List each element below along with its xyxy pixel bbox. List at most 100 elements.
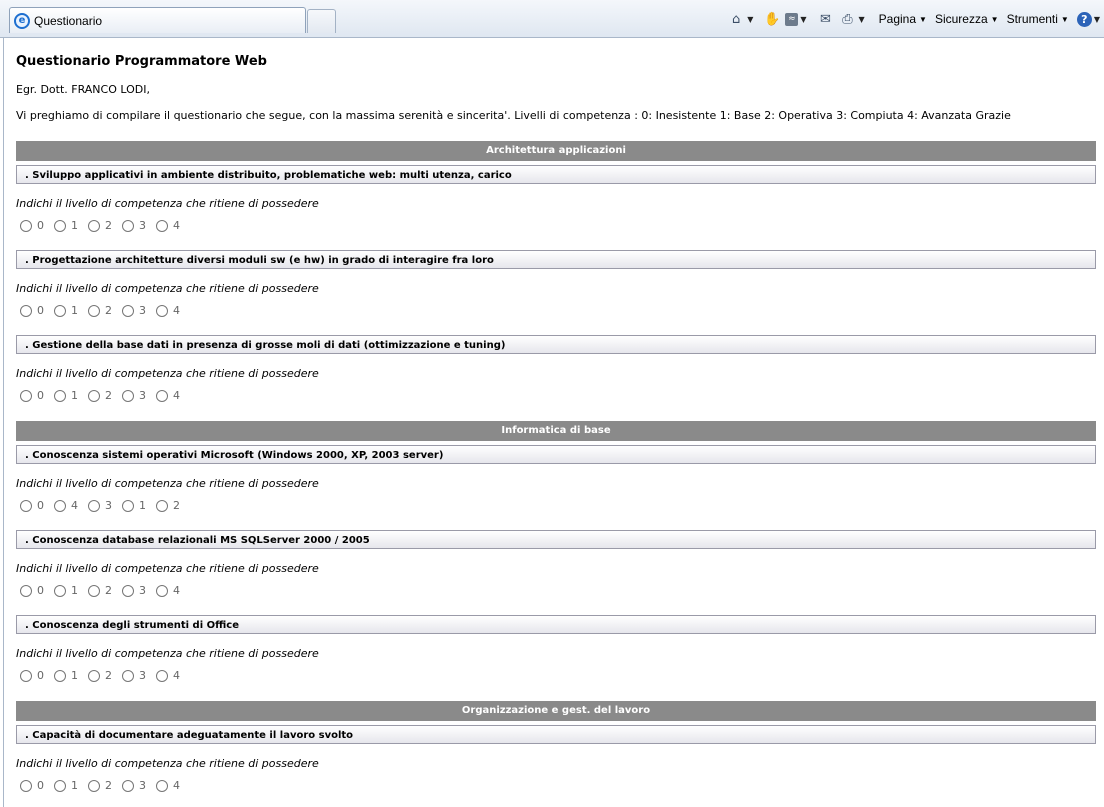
- radio-option[interactable]: 4: [156, 304, 180, 317]
- radio-button[interactable]: [88, 219, 100, 232]
- radio-label: 0: [37, 779, 44, 792]
- home-dropdown-chevron-icon[interactable]: ▼: [747, 15, 753, 24]
- radio-option[interactable]: 3: [122, 304, 146, 317]
- command-bar: ⌂ ▼ ✋ ≈ ▼ ✉ ⎙ ▼ Pagina ▼ Sicurezza ▼ Strum…: [723, 9, 1100, 29]
- radio-option[interactable]: 3: [122, 584, 146, 597]
- radio-button[interactable]: [88, 779, 100, 792]
- radio-label: 1: [71, 669, 78, 682]
- radio-button[interactable]: [54, 219, 66, 232]
- radio-option[interactable]: 4: [156, 219, 180, 232]
- radio-button[interactable]: [122, 304, 134, 317]
- radio-option[interactable]: 4: [156, 779, 180, 792]
- radio-option[interactable]: 3: [88, 499, 112, 512]
- radio-option[interactable]: 1: [54, 584, 78, 597]
- radio-button[interactable]: [88, 304, 100, 317]
- radio-option[interactable]: 2: [88, 304, 112, 317]
- radio-button[interactable]: [122, 389, 134, 402]
- radio-button[interactable]: [122, 219, 134, 232]
- radio-option[interactable]: 1: [54, 304, 78, 317]
- radio-button[interactable]: [156, 304, 168, 317]
- radio-button[interactable]: [88, 669, 100, 682]
- radio-label: 4: [173, 304, 180, 317]
- menu-sicurezza[interactable]: Sicurezza ▼: [935, 12, 999, 26]
- radio-option[interactable]: 4: [54, 499, 78, 512]
- radio-option[interactable]: 2: [88, 779, 112, 792]
- radio-option[interactable]: 2: [88, 219, 112, 232]
- print-dropdown-chevron-icon[interactable]: ▼: [859, 15, 865, 24]
- radio-option[interactable]: 2: [88, 389, 112, 402]
- radio-option[interactable]: 0: [20, 219, 44, 232]
- help-icon[interactable]: ?: [1076, 11, 1092, 27]
- radio-button[interactable]: [54, 779, 66, 792]
- radio-option[interactable]: 3: [122, 389, 146, 402]
- radio-button[interactable]: [156, 779, 168, 792]
- radio-option[interactable]: 0: [20, 304, 44, 317]
- radio-button[interactable]: [54, 499, 66, 512]
- chevron-down-icon: ▼: [1060, 14, 1069, 24]
- radio-button[interactable]: [54, 669, 66, 682]
- radio-button[interactable]: [20, 779, 32, 792]
- radio-button[interactable]: [156, 584, 168, 597]
- radio-option[interactable]: 1: [54, 669, 78, 682]
- radio-button[interactable]: [156, 499, 168, 512]
- radio-button[interactable]: [88, 584, 100, 597]
- radio-button[interactable]: [122, 584, 134, 597]
- print-icon[interactable]: ⎙: [839, 11, 857, 27]
- radio-button[interactable]: [20, 584, 32, 597]
- active-tab[interactable]: e Questionario: [9, 7, 306, 33]
- radio-button[interactable]: [156, 219, 168, 232]
- radio-option[interactable]: 0: [20, 389, 44, 402]
- radio-button[interactable]: [122, 779, 134, 792]
- radio-button[interactable]: [54, 389, 66, 402]
- radio-label: 3: [139, 669, 146, 682]
- feeds-dropdown-chevron-icon[interactable]: ▼: [800, 15, 806, 24]
- radio-option[interactable]: 2: [88, 584, 112, 597]
- radio-button[interactable]: [122, 669, 134, 682]
- radio-option[interactable]: 3: [122, 219, 146, 232]
- radio-button[interactable]: [20, 669, 32, 682]
- radio-option[interactable]: 4: [156, 389, 180, 402]
- radio-option[interactable]: 4: [156, 584, 180, 597]
- radio-label: 4: [173, 389, 180, 402]
- radio-button[interactable]: [54, 584, 66, 597]
- radio-button[interactable]: [20, 499, 32, 512]
- mail-icon[interactable]: ✉: [817, 11, 835, 27]
- radio-button[interactable]: [20, 304, 32, 317]
- menu-pagina[interactable]: Pagina ▼: [879, 12, 927, 26]
- radio-option[interactable]: 0: [20, 669, 44, 682]
- menu-strumenti[interactable]: Strumenti ▼: [1007, 12, 1069, 26]
- radio-button[interactable]: [156, 669, 168, 682]
- radio-option[interactable]: 1: [122, 499, 146, 512]
- radio-option[interactable]: 3: [122, 779, 146, 792]
- radio-option[interactable]: 1: [54, 219, 78, 232]
- radio-button[interactable]: [122, 499, 134, 512]
- competence-radio-group: 0 1 2 3 4: [20, 669, 190, 682]
- radio-button[interactable]: [20, 389, 32, 402]
- chevron-down-icon: ▼: [990, 14, 999, 24]
- radio-option[interactable]: 2: [88, 669, 112, 682]
- radio-option[interactable]: 1: [54, 389, 78, 402]
- home-icon[interactable]: ⌂: [727, 11, 745, 27]
- radio-button[interactable]: [54, 304, 66, 317]
- question-title: . Capacità di documentare adeguatamente …: [16, 725, 1096, 744]
- radio-option[interactable]: 4: [156, 669, 180, 682]
- radio-label: 2: [105, 779, 112, 792]
- new-tab-button[interactable]: [307, 9, 336, 33]
- feeds-icon[interactable]: ≈: [785, 12, 799, 26]
- radio-option[interactable]: 2: [156, 499, 180, 512]
- radio-button[interactable]: [88, 389, 100, 402]
- radio-button[interactable]: [88, 499, 100, 512]
- competence-radio-group: 0 4 3 1 2: [20, 499, 190, 512]
- radio-option[interactable]: 3: [122, 669, 146, 682]
- radio-option[interactable]: 0: [20, 779, 44, 792]
- hand-icon[interactable]: ✋: [763, 11, 781, 27]
- radio-button[interactable]: [20, 219, 32, 232]
- radio-button[interactable]: [156, 389, 168, 402]
- radio-label: 0: [37, 499, 44, 512]
- radio-option[interactable]: 0: [20, 584, 44, 597]
- help-dropdown-chevron-icon[interactable]: ▼: [1094, 15, 1100, 24]
- radio-option[interactable]: 0: [20, 499, 44, 512]
- radio-label: 1: [139, 499, 146, 512]
- question-title: . Gestione della base dati in presenza d…: [16, 335, 1096, 354]
- radio-option[interactable]: 1: [54, 779, 78, 792]
